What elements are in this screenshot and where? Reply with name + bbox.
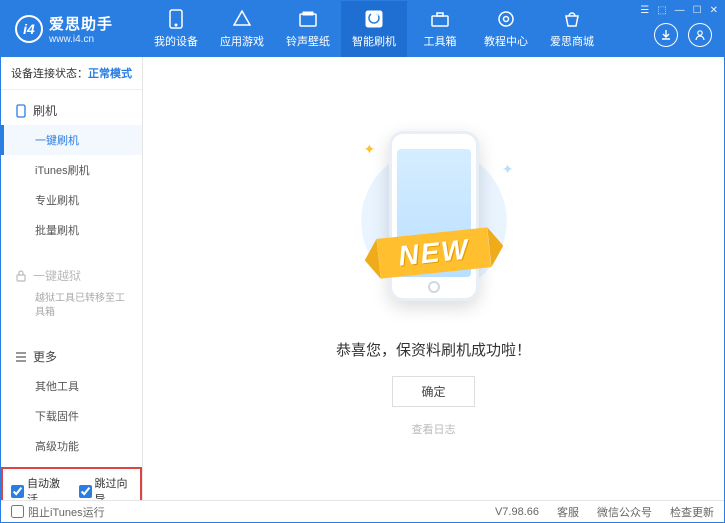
nav-label: 教程中心 bbox=[484, 33, 528, 49]
sidebar: 设备连接状态：正常模式 刷机 一键刷机 iTunes刷机 专业刷机 批量刷机 一… bbox=[1, 57, 143, 500]
flash-section-icon bbox=[15, 105, 27, 117]
more-section-icon bbox=[15, 351, 27, 363]
apps-icon bbox=[232, 9, 252, 29]
nav-label: 智能刷机 bbox=[352, 33, 396, 49]
sidebar-head-label: 更多 bbox=[33, 348, 57, 365]
footer-service[interactable]: 客服 bbox=[557, 504, 579, 520]
sidebar-head-jailbreak: 一键越狱 bbox=[1, 261, 142, 290]
status-value: 正常模式 bbox=[88, 68, 132, 80]
main-panel: ✦✦ NEW 恭喜您，保资料刷机成功啦！ 确定 查看日志 bbox=[143, 57, 724, 500]
sidebar-head-label: 一键越狱 bbox=[33, 267, 81, 284]
status-label: 设备连接状态： bbox=[11, 68, 88, 80]
view-log-link[interactable]: 查看日志 bbox=[412, 421, 456, 437]
sidebar-item-download-firmware[interactable]: 下载固件 bbox=[1, 401, 142, 431]
maximize-icon[interactable]: ☐ bbox=[693, 5, 702, 16]
nav-store[interactable]: 爱思商城 bbox=[539, 1, 605, 57]
toolbox-icon bbox=[430, 9, 450, 29]
success-message: 恭喜您，保资料刷机成功啦！ bbox=[336, 339, 531, 360]
success-illustration: ✦✦ NEW bbox=[354, 121, 514, 321]
checkbox-input[interactable] bbox=[79, 485, 92, 498]
logo-area: i4 爱思助手 www.i4.cn bbox=[1, 13, 143, 45]
lock-section-icon bbox=[15, 270, 27, 282]
footer-update[interactable]: 检查更新 bbox=[670, 504, 714, 520]
nav-wallpaper[interactable]: 铃声壁纸 bbox=[275, 1, 341, 57]
connection-status: 设备连接状态：正常模式 bbox=[1, 57, 142, 90]
footer: 阻止iTunes运行 V7.98.66 客服 微信公众号 检查更新 bbox=[1, 500, 724, 522]
nav-label: 爱思商城 bbox=[550, 33, 594, 49]
help-icon bbox=[496, 9, 516, 29]
nav-label: 工具箱 bbox=[424, 33, 457, 49]
nav-help[interactable]: 教程中心 bbox=[473, 1, 539, 57]
header-extra-icons bbox=[654, 23, 712, 47]
app-title: 爱思助手 bbox=[49, 13, 113, 34]
sidebar-head-label: 刷机 bbox=[33, 102, 57, 119]
nav-label: 铃声壁纸 bbox=[286, 33, 330, 49]
wallpaper-icon bbox=[298, 9, 318, 29]
minimize-icon[interactable]: — bbox=[675, 5, 685, 16]
user-icon[interactable] bbox=[688, 23, 712, 47]
app-url: www.i4.cn bbox=[49, 34, 113, 45]
sidebar-item-other-tools[interactable]: 其他工具 bbox=[1, 371, 142, 401]
lock-icon[interactable]: ⬚ bbox=[657, 5, 666, 16]
ok-button[interactable]: 确定 bbox=[392, 376, 474, 407]
nav-toolbox[interactable]: 工具箱 bbox=[407, 1, 473, 57]
nav-apps[interactable]: 应用游戏 bbox=[209, 1, 275, 57]
sidebar-item-itunes-flash[interactable]: iTunes刷机 bbox=[1, 155, 142, 185]
store-icon bbox=[562, 9, 582, 29]
footer-wechat[interactable]: 微信公众号 bbox=[597, 504, 652, 520]
download-icon[interactable] bbox=[654, 23, 678, 47]
sidebar-item-oneclick-flash[interactable]: 一键刷机 bbox=[1, 125, 142, 155]
sidebar-item-pro-flash[interactable]: 专业刷机 bbox=[1, 185, 142, 215]
flash-options-highlight: 自动激活 跳过向导 bbox=[1, 467, 142, 500]
app-header: i4 爱思助手 www.i4.cn 我的设备 应用游戏 铃声壁纸 智能刷机 工具… bbox=[1, 1, 724, 57]
main-nav: 我的设备 应用游戏 铃声壁纸 智能刷机 工具箱 教程中心 爱思商城 bbox=[143, 1, 605, 57]
flash-icon bbox=[364, 9, 384, 29]
nav-label: 应用游戏 bbox=[220, 33, 264, 49]
close-icon[interactable]: ✕ bbox=[710, 5, 718, 16]
logo-icon: i4 bbox=[15, 15, 43, 43]
checkbox-input[interactable] bbox=[11, 485, 24, 498]
nav-flash[interactable]: 智能刷机 bbox=[341, 1, 407, 57]
sidebar-item-advanced[interactable]: 高级功能 bbox=[1, 431, 142, 461]
version-label: V7.98.66 bbox=[495, 506, 539, 518]
sidebar-head-flash[interactable]: 刷机 bbox=[1, 96, 142, 125]
checkbox-skip-guide[interactable]: 跳过向导 bbox=[79, 475, 133, 500]
checkbox-auto-activate[interactable]: 自动激活 bbox=[11, 475, 65, 500]
checkbox-input[interactable] bbox=[11, 505, 24, 518]
device-icon bbox=[166, 9, 186, 29]
nav-label: 我的设备 bbox=[154, 33, 198, 49]
window-controls: ☰ ⬚ — ☐ ✕ bbox=[640, 5, 718, 16]
menu-icon[interactable]: ☰ bbox=[640, 5, 649, 16]
jailbreak-note: 越狱工具已转移至工具箱 bbox=[1, 290, 142, 326]
sidebar-head-more[interactable]: 更多 bbox=[1, 342, 142, 371]
sidebar-item-batch-flash[interactable]: 批量刷机 bbox=[1, 215, 142, 245]
checkbox-block-itunes[interactable]: 阻止iTunes运行 bbox=[11, 504, 105, 520]
nav-my-device[interactable]: 我的设备 bbox=[143, 1, 209, 57]
